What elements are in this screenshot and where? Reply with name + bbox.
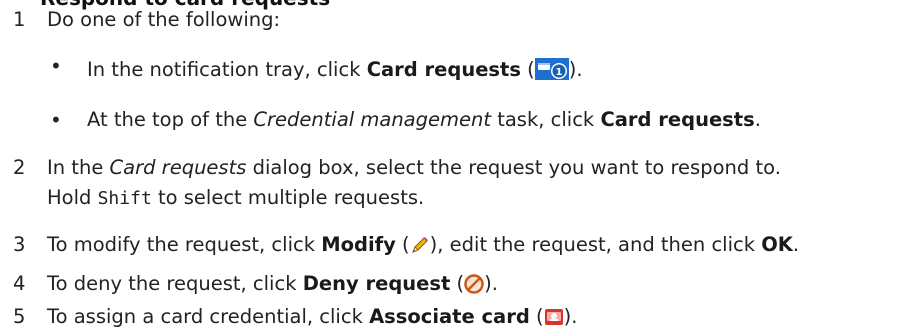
step-number: 4	[13, 272, 26, 295]
tray-badge-count: 1	[555, 67, 562, 78]
step-number: 3	[13, 233, 26, 256]
step-text: To assign a card credential, click Assoc…	[47, 304, 577, 334]
associate-card-label: Associate card	[369, 305, 530, 328]
shift-key: Shift	[97, 188, 152, 209]
deny-request-label: Deny request	[302, 272, 451, 295]
step-text: To modify the request, click Modify ( ),…	[47, 232, 799, 262]
card-requests-label: Card requests	[600, 108, 755, 131]
step-number: 1	[13, 8, 26, 31]
associate-card-icon	[544, 307, 564, 334]
bullet-text: At the top of the Credential management …	[87, 108, 761, 131]
bullet-text: In the notification tray, click Card req…	[87, 57, 583, 87]
step-number: 5	[13, 305, 26, 328]
step-text: Hold Shift to select multiple requests.	[47, 186, 425, 209]
bullet-mark: •	[50, 108, 62, 132]
ok-label: OK	[761, 233, 793, 256]
card-requests-label: Card requests	[366, 58, 521, 81]
step-text: In the Card requests dialog box, select …	[47, 156, 781, 179]
modify-label: Modify	[321, 233, 396, 256]
step-text: To deny the request, click Deny request …	[47, 271, 498, 301]
step-number: 2	[13, 156, 26, 179]
bullet-mark: •	[50, 54, 62, 78]
card-requests-tray-icon: 1	[534, 58, 569, 87]
step-text: Do one of the following:	[47, 8, 281, 31]
pencil-icon	[410, 235, 430, 262]
deny-icon	[464, 274, 484, 301]
